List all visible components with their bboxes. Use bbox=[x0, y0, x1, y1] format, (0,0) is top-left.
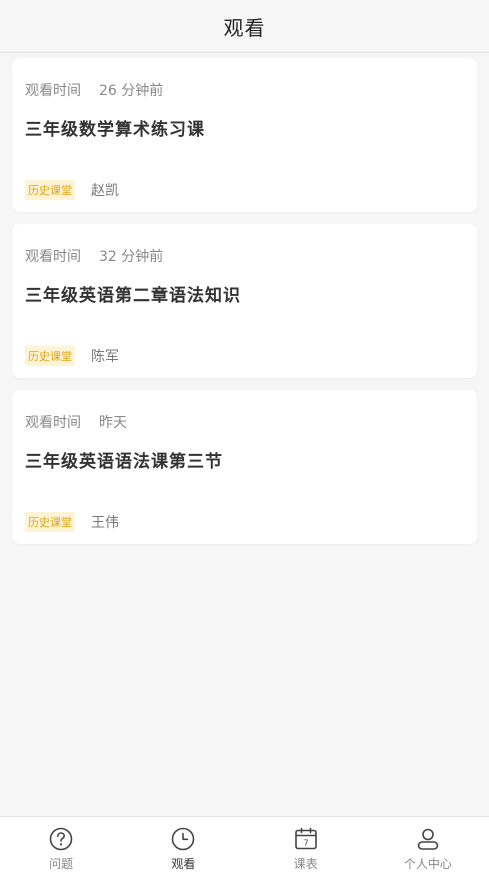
person-icon bbox=[417, 828, 439, 850]
course-title: 三年级数学算术练习课 bbox=[25, 120, 205, 140]
watch-time-value: 32 分钟前 bbox=[99, 249, 164, 265]
watch-time: 观看时间 32 分钟前 bbox=[25, 246, 163, 266]
teacher-name: 赵凯 bbox=[91, 183, 119, 199]
watch-time: 观看时间 昨天 bbox=[25, 412, 127, 432]
watch-time-label: 观看时间 bbox=[25, 83, 81, 99]
card-footer: 历史课堂 王伟 bbox=[25, 512, 119, 532]
tab-label: 问题 bbox=[49, 857, 74, 871]
page-title: 观看 bbox=[223, 15, 266, 40]
teacher-name: 陈军 bbox=[91, 349, 119, 365]
tab-profile[interactable]: 个人中心 bbox=[367, 817, 489, 875]
course-title: 三年级英语语法课第三节 bbox=[25, 452, 223, 472]
watch-time: 观看时间 26 分钟前 bbox=[25, 80, 163, 100]
clock-icon bbox=[172, 827, 195, 851]
tab-label: 课表 bbox=[293, 857, 318, 871]
course-tag: 历史课堂 bbox=[25, 346, 75, 366]
history-card[interactable]: 观看时间 26 分钟前 三年级数学算术练习课 历史课堂 赵凯 bbox=[12, 58, 477, 212]
history-card[interactable]: 观看时间 32 分钟前 三年级英语第二章语法知识 历史课堂 陈军 bbox=[12, 224, 477, 378]
watch-time-label: 观看时间 bbox=[25, 249, 81, 265]
tab-questions[interactable]: 问题 bbox=[0, 817, 122, 875]
calendar-icon: 7 bbox=[294, 827, 317, 850]
watch-time-value: 昨天 bbox=[99, 415, 127, 431]
bottom-tab-bar: 问题 观看 7 课表 个人中心 bbox=[0, 816, 489, 875]
svg-text:7: 7 bbox=[303, 839, 308, 848]
course-tag: 历史课堂 bbox=[25, 180, 75, 200]
header: 观看 bbox=[0, 0, 489, 53]
course-title: 三年级英语第二章语法知识 bbox=[25, 286, 241, 306]
watch-time-value: 26 分钟前 bbox=[99, 83, 164, 99]
watch-history-list: 观看时间 26 分钟前 三年级数学算术练习课 历史课堂 赵凯 观看时间 32 分… bbox=[0, 53, 489, 544]
tab-label: 个人中心 bbox=[403, 857, 452, 871]
course-tag: 历史课堂 bbox=[25, 512, 75, 532]
tab-schedule[interactable]: 7 课表 bbox=[245, 817, 367, 875]
card-footer: 历史课堂 赵凯 bbox=[25, 180, 119, 200]
history-card[interactable]: 观看时间 昨天 三年级英语语法课第三节 历史课堂 王伟 bbox=[12, 390, 477, 544]
tab-watch[interactable]: 观看 bbox=[122, 817, 244, 875]
watch-time-label: 观看时间 bbox=[25, 415, 81, 431]
tab-label: 观看 bbox=[171, 857, 196, 871]
teacher-name: 王伟 bbox=[91, 515, 119, 531]
card-footer: 历史课堂 陈军 bbox=[25, 346, 119, 366]
question-circle-icon bbox=[49, 827, 73, 851]
